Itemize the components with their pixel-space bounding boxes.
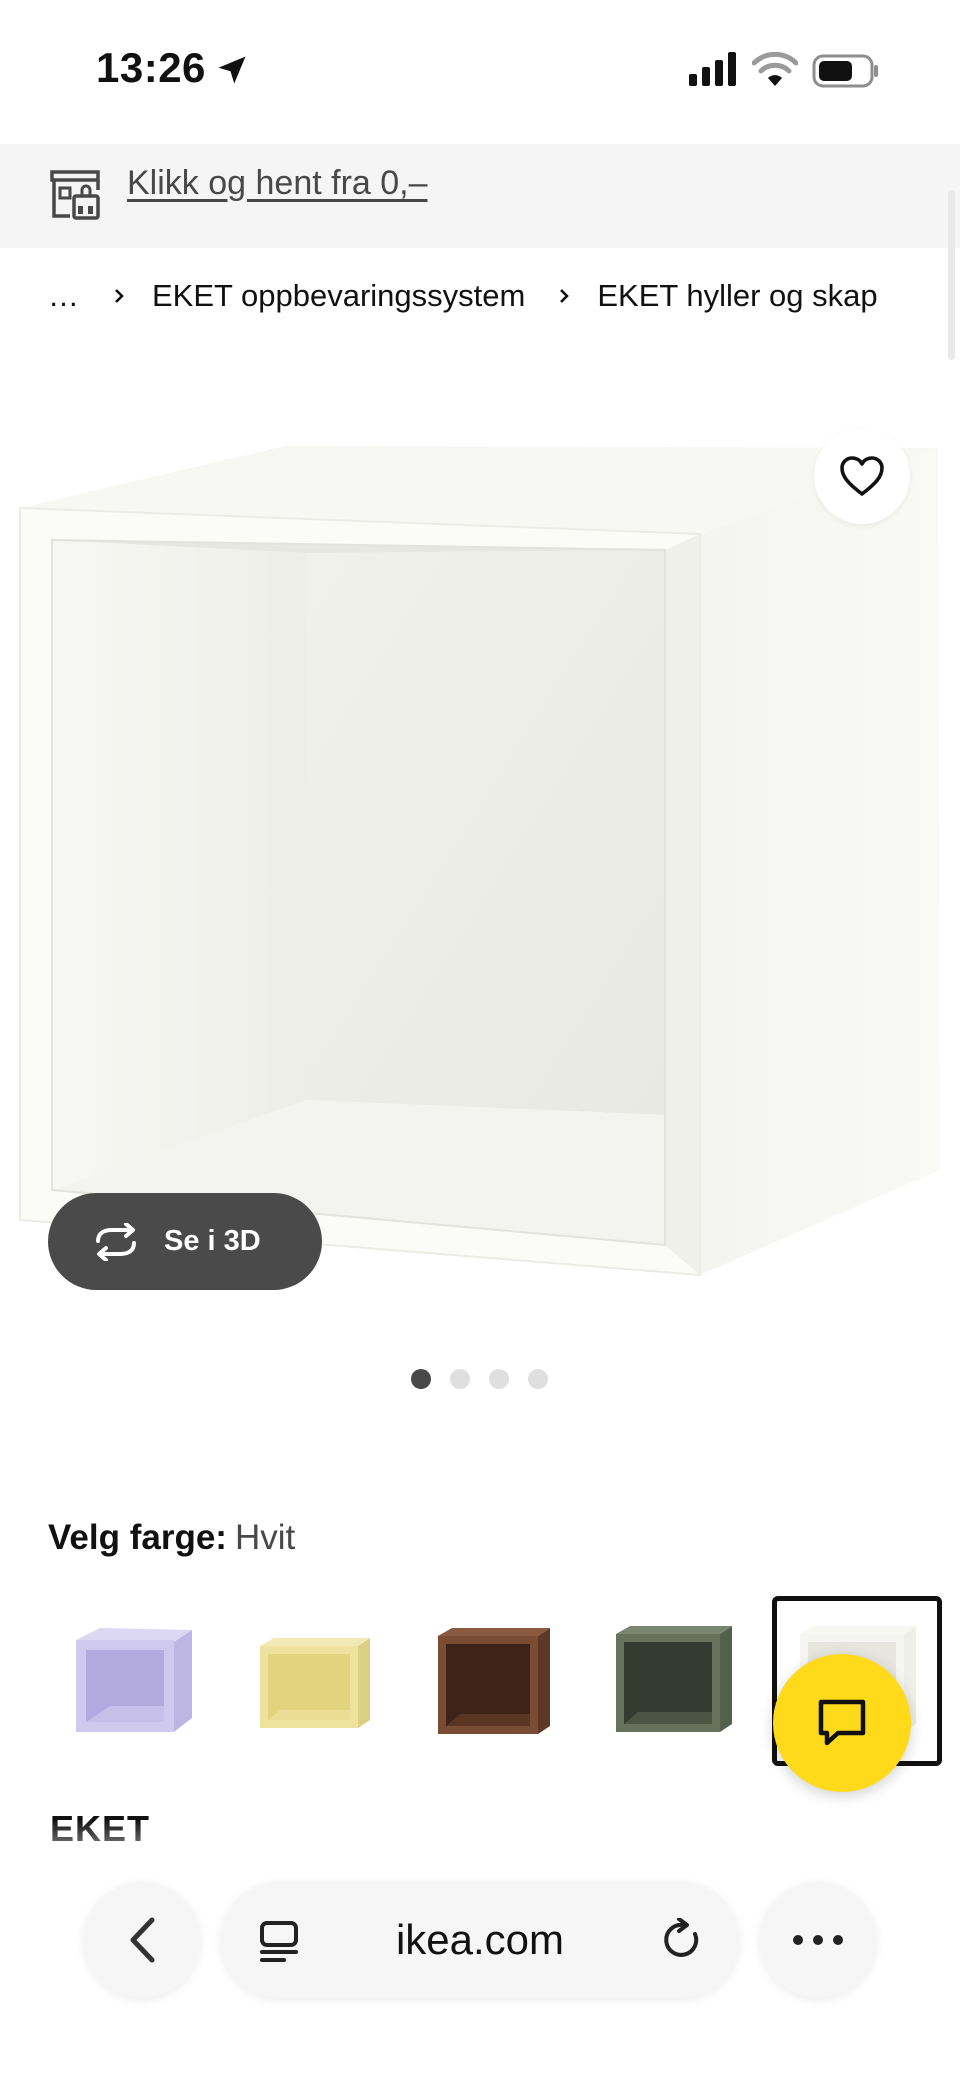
reload-icon[interactable] — [661, 1918, 705, 1962]
chevron-left-icon — [130, 1917, 155, 1963]
rotate-3d-icon — [96, 1222, 136, 1261]
breadcrumb: … EKET oppbevaringssystem EKET hyller og… — [48, 278, 878, 314]
product-image[interactable] — [0, 420, 960, 1300]
wifi-icon — [752, 51, 798, 86]
chat-button[interactable] — [773, 1654, 911, 1792]
swatch-image — [260, 1638, 370, 1728]
breadcrumb-item-eket-shelves[interactable]: EKET hyller og skap — [597, 278, 877, 314]
swatch-image — [76, 1628, 192, 1732]
battery-icon — [812, 54, 878, 88]
location-arrow-icon — [218, 56, 246, 84]
swatch-image — [438, 1628, 550, 1734]
color-label-title: Velg farge: — [48, 1518, 227, 1557]
promo-link[interactable]: Klikk og hent fra 0,– — [127, 164, 428, 203]
breadcrumb-item-eket-system[interactable]: EKET oppbevaringssystem — [152, 278, 525, 314]
favorite-button[interactable] — [814, 428, 910, 524]
chevron-right-icon — [560, 289, 570, 303]
more-dots-icon — [793, 1935, 843, 1945]
swatch-grey-green[interactable] — [588, 1596, 758, 1766]
gallery-pagination — [411, 1369, 548, 1389]
store-pickup-icon — [50, 170, 100, 220]
gallery-dot[interactable] — [528, 1369, 548, 1389]
browser-back-button[interactable] — [84, 1882, 200, 1998]
gallery-dot[interactable] — [411, 1369, 431, 1389]
status-bar: 13:26 — [0, 0, 960, 140]
color-label: Velg farge: Hvit — [48, 1518, 295, 1558]
swatch-image — [616, 1626, 732, 1732]
view-in-3d-button[interactable]: Se i 3D — [48, 1193, 322, 1290]
swatch-light-yellow[interactable] — [228, 1596, 398, 1766]
status-time: 13:26 — [96, 44, 206, 91]
heart-icon — [840, 456, 884, 496]
swatch-lilac[interactable] — [48, 1596, 218, 1766]
breadcrumb-ellipsis[interactable]: … — [48, 278, 80, 314]
swatch-walnut[interactable] — [408, 1596, 578, 1766]
selected-color-value: Hvit — [234, 1518, 296, 1557]
chevron-right-icon — [115, 289, 124, 303]
gallery-dot[interactable] — [450, 1369, 470, 1389]
cellular-signal-icon — [689, 52, 736, 86]
browser-more-button[interactable] — [760, 1882, 876, 1998]
view-in-3d-label: Se i 3D — [164, 1225, 261, 1257]
scroll-indicator[interactable] — [948, 190, 955, 360]
chat-bubble-icon — [818, 1699, 866, 1746]
click-and-collect-banner[interactable]: Klikk og hent fra 0,– — [0, 144, 960, 248]
address-bar[interactable]: ikea.com — [221, 1882, 739, 1998]
gallery-dot[interactable] — [489, 1369, 509, 1389]
